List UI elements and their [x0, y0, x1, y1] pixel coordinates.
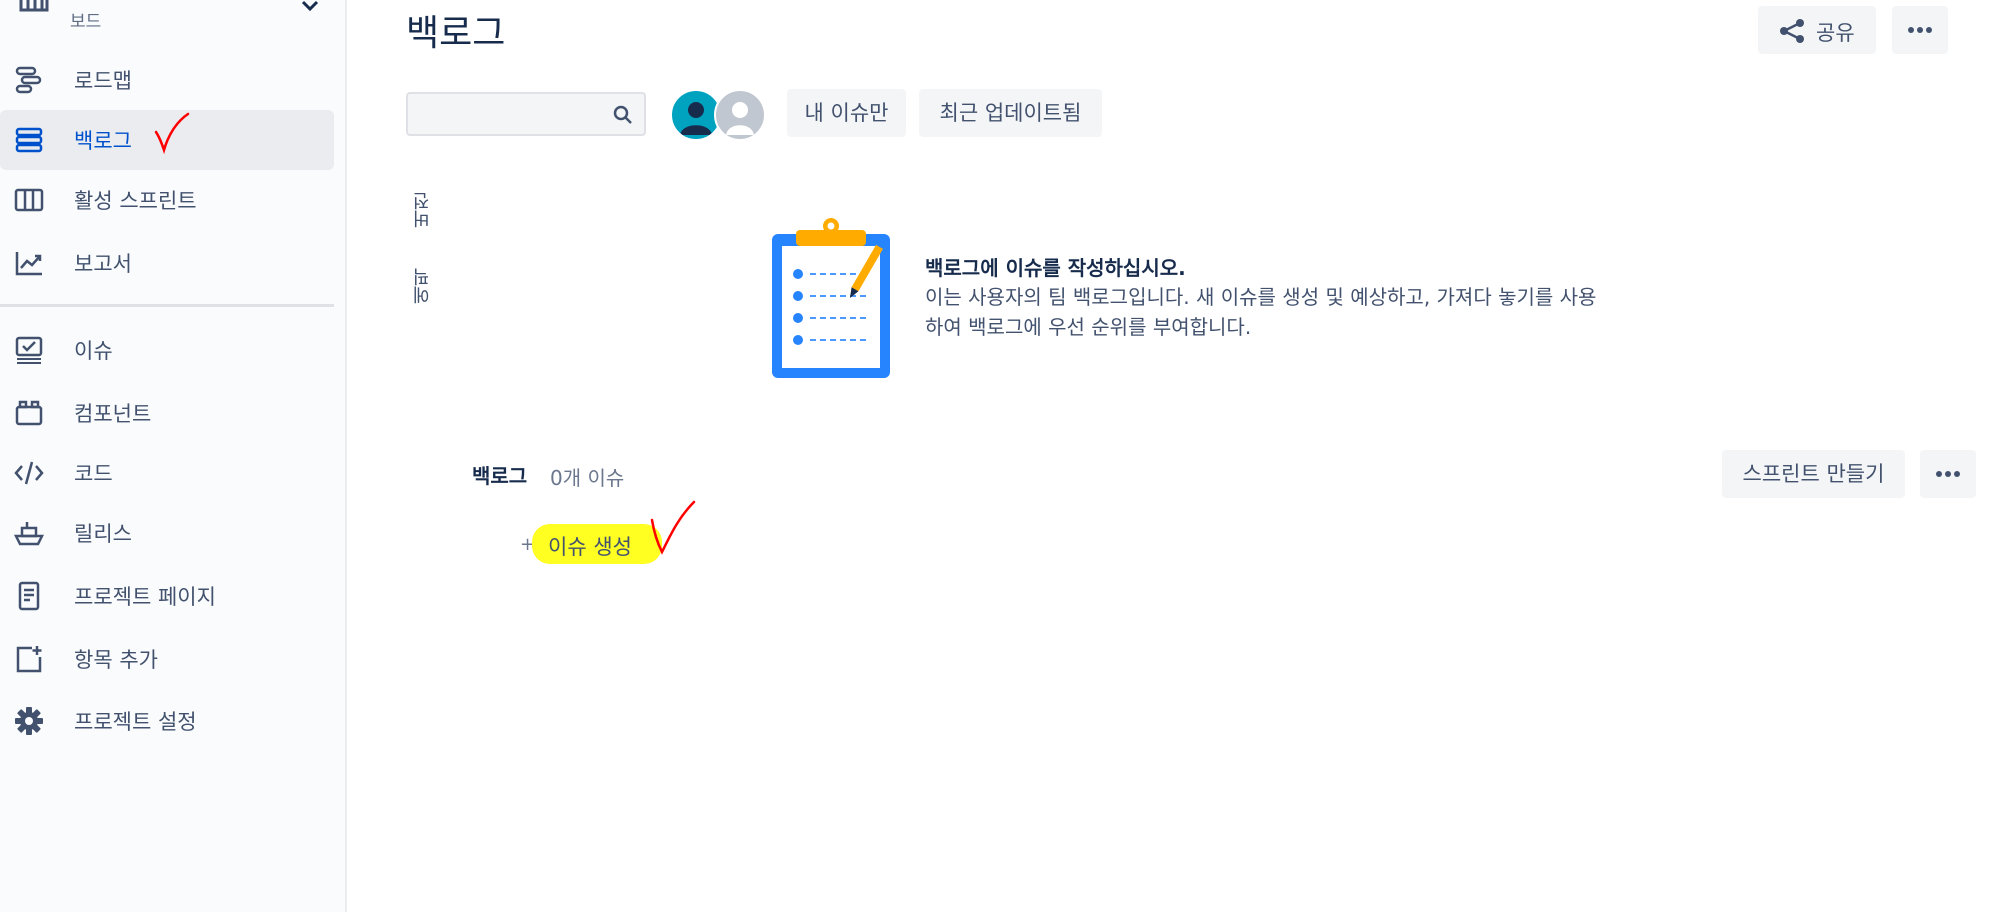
create-sprint-button[interactable]: 스프린트 만들기	[1722, 450, 1905, 498]
sidebar-item-backlog[interactable]: 백로그	[0, 110, 334, 170]
add-item-icon	[14, 644, 44, 674]
sidebar-item-label: 로드맵	[74, 69, 132, 93]
sidebar-item-code[interactable]: 코드	[0, 443, 334, 503]
search-field[interactable]	[406, 92, 646, 136]
sidebar-item-project-settings[interactable]: 프로젝트 설정	[0, 691, 334, 751]
sidebar-item-releases[interactable]: 릴리스	[0, 503, 334, 563]
board-label: 보드	[70, 12, 102, 32]
sidebar-item-label: 이슈	[74, 339, 113, 363]
filter-my-issues-button[interactable]: 내 이슈만	[787, 89, 906, 137]
reports-icon	[14, 248, 44, 278]
versions-panel-tab[interactable]: 버전	[410, 192, 436, 228]
clipboard-illustration	[770, 216, 902, 380]
empty-state-description-line: 이는 사용자의 팀 백로그입니다. 새 이슈를 생성 및 예상하고, 가져다 놓…	[925, 285, 1597, 309]
sidebar-item-label: 백로그	[74, 129, 132, 153]
avatar-unassigned[interactable]	[714, 89, 766, 141]
sidebar-item-label: 컴포넌트	[74, 402, 152, 426]
sidebar-item-label: 코드	[74, 462, 113, 486]
more-horizontal-icon	[1935, 470, 1961, 478]
page-title: 백로그	[406, 13, 506, 54]
sidebar-item-issues[interactable]: 이슈	[0, 320, 334, 380]
sidebar-item-label: 프로젝트 설정	[74, 710, 197, 734]
sidebar-item-active-sprint[interactable]: 활성 스프린트	[0, 170, 334, 230]
sidebar: 보드 로드맵 백로그 활성 스프린트 보고서 이슈 컴포넌트 코드 릴리스 프로…	[0, 0, 347, 912]
create-issue-button[interactable]: + 이슈 생성	[520, 524, 840, 564]
search-icon	[612, 104, 634, 126]
releases-icon	[14, 518, 44, 548]
epics-panel-tab[interactable]: 에픽	[410, 268, 436, 304]
sidebar-item-roadmap[interactable]: 로드맵	[0, 50, 334, 110]
search-input[interactable]	[416, 100, 600, 130]
sprint-board-icon	[14, 185, 44, 215]
share-label: 공유	[1816, 21, 1855, 45]
sidebar-item-label: 보고서	[74, 252, 132, 276]
empty-state-heading: 백로그에 이슈를 작성하십시오.	[925, 256, 1186, 280]
sidebar-item-label: 릴리스	[74, 522, 132, 546]
project-pages-icon	[14, 581, 44, 611]
roadmap-icon	[14, 65, 44, 95]
sidebar-board-selector[interactable]: 보드	[0, 0, 345, 34]
board-icon	[17, 0, 51, 18]
share-button[interactable]: 공유	[1758, 6, 1876, 54]
sidebar-item-add-item[interactable]: 항목 추가	[0, 629, 334, 689]
settings-gear-icon	[14, 706, 44, 736]
sidebar-item-label: 프로젝트 페이지	[74, 585, 216, 609]
sidebar-item-project-pages[interactable]: 프로젝트 페이지	[0, 566, 334, 626]
more-horizontal-icon	[1907, 26, 1933, 34]
chevron-down-icon[interactable]	[298, 0, 322, 16]
sidebar-item-label: 활성 스프린트	[74, 189, 197, 213]
empty-state-description: 이는 사용자의 팀 백로그입니다. 새 이슈를 생성 및 예상하고, 가져다 놓…	[925, 282, 1685, 342]
issues-icon	[14, 335, 44, 365]
backlog-icon	[14, 125, 44, 155]
components-icon	[14, 398, 44, 428]
create-issue-label: 이슈 생성	[548, 535, 632, 559]
sidebar-divider	[0, 304, 334, 307]
code-icon	[14, 458, 44, 488]
empty-state-description-line: 하여 백로그에 우선 순위를 부여합니다.	[925, 315, 1252, 339]
backlog-more-button[interactable]	[1920, 450, 1976, 498]
backlog-issue-count: 0개 이슈	[550, 466, 625, 490]
filter-recently-updated-button[interactable]: 최근 업데이트됨	[919, 89, 1102, 137]
share-icon	[1778, 18, 1806, 44]
sidebar-item-components[interactable]: 컴포넌트	[0, 383, 334, 443]
backlog-section-title: 백로그	[472, 464, 528, 488]
header-more-button[interactable]	[1892, 6, 1948, 54]
sidebar-item-label: 항목 추가	[74, 648, 158, 672]
sidebar-item-reports[interactable]: 보고서	[0, 233, 334, 293]
